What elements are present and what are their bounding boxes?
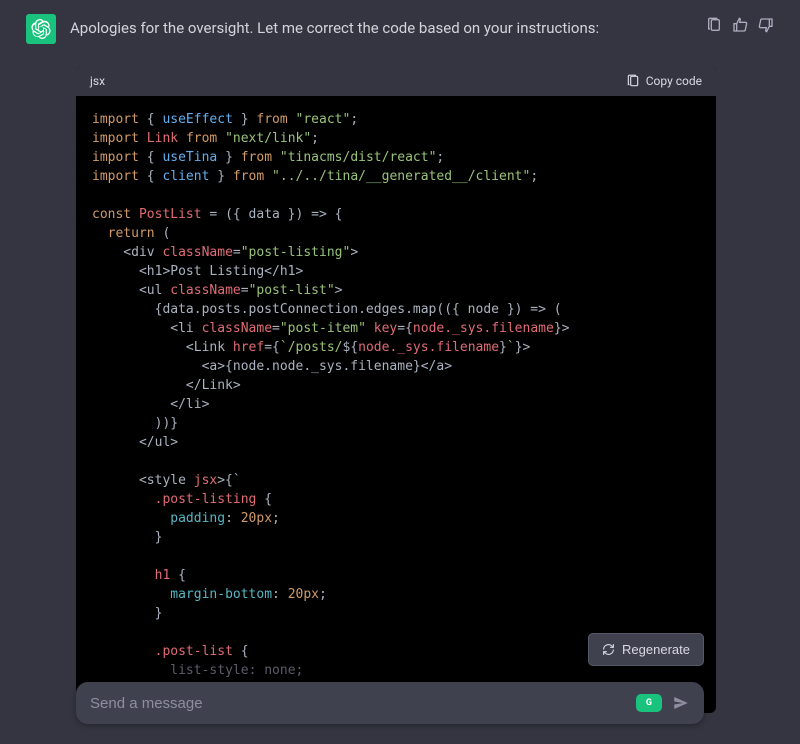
copy-code-button[interactable]: Copy code <box>626 74 702 88</box>
code-lang: jsx <box>90 74 105 88</box>
clipboard-icon <box>626 74 640 88</box>
code-header: jsx Copy code <box>76 66 716 96</box>
message-actions <box>706 14 774 44</box>
assistant-avatar <box>26 14 56 44</box>
code-block: jsx Copy code import { useEffect } from … <box>76 66 716 713</box>
regenerate-button[interactable]: Regenerate <box>588 633 704 666</box>
send-button[interactable] <box>672 694 690 712</box>
send-icon <box>672 694 690 712</box>
code-content: import { useEffect } from "react"; impor… <box>76 96 716 713</box>
assistant-message: Apologies for the oversight. Let me corr… <box>0 0 800 44</box>
thumbs-down-icon[interactable] <box>758 17 774 33</box>
model-badge[interactable]: G <box>636 694 662 712</box>
clipboard-icon[interactable] <box>706 17 722 33</box>
composer: G <box>76 682 704 724</box>
openai-logo-icon <box>31 19 51 39</box>
thumbs-up-icon[interactable] <box>732 17 748 33</box>
message-input[interactable] <box>90 695 636 712</box>
assistant-text: Apologies for the oversight. Let me corr… <box>70 14 692 40</box>
regenerate-icon <box>602 643 615 656</box>
